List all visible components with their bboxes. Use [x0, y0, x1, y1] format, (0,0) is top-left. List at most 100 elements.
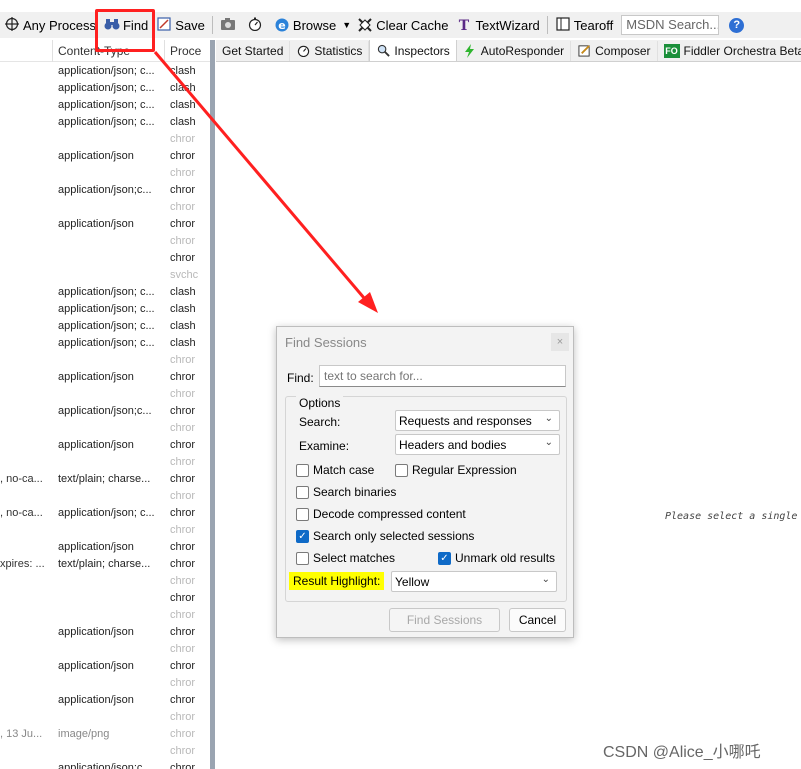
examine-label: Examine: [299, 439, 350, 453]
table-row[interactable]: application/json; c... clash [0, 80, 210, 97]
tab-fiddler-orchestra[interactable]: FO Fiddler Orchestra Beta [658, 41, 801, 61]
select-session-message: Please select a single [665, 511, 798, 522]
table-row[interactable]: , no-ca... application/json; c... chror [0, 505, 210, 522]
textwizard-button[interactable]: T TextWizard [452, 14, 543, 36]
help-icon[interactable]: ? [729, 17, 745, 33]
search-binaries-checkbox[interactable]: Search binaries [296, 485, 396, 499]
select-matches-checkbox[interactable]: Select matches [296, 551, 395, 565]
unmark-old-results-checkbox[interactable]: ✓ Unmark old results [438, 551, 555, 565]
column-divider[interactable] [52, 40, 53, 62]
table-row[interactable]: , no-ca... text/plain; charse... chror [0, 471, 210, 488]
table-row[interactable]: chror [0, 352, 210, 369]
table-row[interactable]: application/json chror [0, 539, 210, 556]
regex-checkbox[interactable]: Regular Expression [395, 463, 517, 477]
clear-cache-label: Clear Cache [376, 17, 449, 33]
table-row[interactable]: application/json chror [0, 369, 210, 386]
tab-fiddler-orchestra-label: Fiddler Orchestra Beta [683, 44, 801, 58]
table-row[interactable]: application/json; c... clash [0, 114, 210, 131]
table-row[interactable]: application/json; c... clash [0, 284, 210, 301]
table-row[interactable]: application/json; c... clash [0, 335, 210, 352]
table-row[interactable]: application/json; c... clash [0, 318, 210, 335]
decode-compressed-checkbox[interactable]: Decode compressed content [296, 507, 466, 521]
msdn-search-input[interactable]: MSDN Search... [621, 15, 720, 35]
result-highlight-select[interactable]: Yellow ⌄ [391, 571, 557, 592]
column-header-process[interactable]: Proce [170, 44, 201, 58]
table-row[interactable]: application/json;c... chror [0, 182, 210, 199]
table-row[interactable]: chror [0, 420, 210, 437]
camera-icon [220, 17, 236, 33]
pane-splitter[interactable] [210, 40, 215, 769]
cell-content-type: text/plain; charse... [58, 473, 151, 485]
tab-composer[interactable]: Composer [571, 41, 658, 61]
table-row[interactable]: application/json; c... clash [0, 301, 210, 318]
table-row[interactable]: application/json chror [0, 658, 210, 675]
find-label: Find: [287, 371, 314, 385]
tab-composer-label: Composer [595, 44, 651, 58]
table-row[interactable]: svchc [0, 267, 210, 284]
cell-content-type: application/json [58, 218, 134, 230]
browse-label: Browse [292, 17, 337, 33]
result-highlight-label: Result Highlight: [289, 572, 385, 590]
close-icon[interactable]: × [551, 333, 569, 351]
table-row[interactable]: chror [0, 386, 210, 403]
tab-get-started[interactable]: Get Started [216, 41, 291, 61]
column-divider[interactable] [164, 40, 165, 62]
cell-content-type: application/json; c... [58, 303, 155, 315]
result-highlight-value: Yellow [395, 575, 430, 589]
cell-content-type: application/json [58, 660, 134, 672]
match-case-checkbox[interactable]: Match case [296, 463, 374, 477]
table-row[interactable]: chror [0, 199, 210, 216]
table-row[interactable]: chror [0, 590, 210, 607]
find-text-input[interactable] [319, 365, 566, 387]
tab-inspectors[interactable]: Inspectors [369, 40, 457, 61]
table-row[interactable]: application/json chror [0, 437, 210, 454]
table-row[interactable]: application/json chror [0, 624, 210, 641]
table-row[interactable]: chror [0, 488, 210, 505]
tab-statistics[interactable]: Statistics [290, 41, 370, 61]
table-row[interactable]: application/json; c... clash [0, 97, 210, 114]
cell-process: chror [170, 456, 196, 468]
stopwatch-icon [247, 17, 263, 33]
selected-sessions-only-checkbox[interactable]: ✓ Search only selected sessions [296, 529, 474, 543]
lightning-icon [463, 44, 477, 58]
table-row[interactable]: chror [0, 454, 210, 471]
table-row[interactable]: chror [0, 743, 210, 760]
find-sessions-button[interactable]: Find Sessions [389, 608, 500, 632]
table-row[interactable]: application/json chror [0, 216, 210, 233]
browse-dropdown[interactable]: ▼ [340, 14, 353, 36]
tearoff-button[interactable]: Tearoff [551, 14, 618, 36]
tab-autoresponder[interactable]: AutoResponder [457, 41, 572, 61]
table-row[interactable]: application/json; c... clash [0, 63, 210, 80]
clear-cache-button[interactable]: Clear Cache [353, 14, 452, 36]
examine-select[interactable]: Headers and bodies ⌄ [395, 434, 560, 455]
table-row[interactable]: application/json;c... chror [0, 760, 210, 769]
table-row[interactable]: chror [0, 233, 210, 250]
table-row[interactable]: , 13 Ju... image/png chror [0, 726, 210, 743]
table-row[interactable]: chror [0, 709, 210, 726]
search-scope-select[interactable]: Requests and responses ⌄ [395, 410, 560, 431]
search-binaries-label: Search binaries [313, 485, 397, 499]
any-process-button[interactable]: Any Process [0, 14, 100, 36]
browse-button[interactable]: e Browse [270, 14, 340, 36]
composer-edit-icon [577, 44, 591, 58]
table-row[interactable]: application/json chror [0, 148, 210, 165]
table-row[interactable]: chror [0, 675, 210, 692]
table-row[interactable]: xpires: ... text/plain; charse... chror [0, 556, 210, 573]
screenshot-tool-button[interactable] [216, 14, 243, 36]
table-row[interactable]: chror [0, 641, 210, 658]
cell-process: chror [170, 133, 196, 145]
table-row[interactable]: chror [0, 522, 210, 539]
table-row[interactable]: chror [0, 250, 210, 267]
cell-process: svchc [170, 269, 198, 281]
save-button[interactable]: Save [152, 14, 209, 36]
table-row[interactable]: application/json;c... chror [0, 403, 210, 420]
cancel-button[interactable]: Cancel [509, 608, 566, 632]
table-row[interactable]: chror [0, 131, 210, 148]
table-row[interactable]: chror [0, 573, 210, 590]
cell-process: clash [170, 65, 196, 77]
timer-button[interactable] [243, 14, 270, 36]
checkmark-icon: ✓ [296, 529, 309, 543]
table-row[interactable]: chror [0, 607, 210, 624]
table-row[interactable]: application/json chror [0, 692, 210, 709]
table-row[interactable]: chror [0, 165, 210, 182]
